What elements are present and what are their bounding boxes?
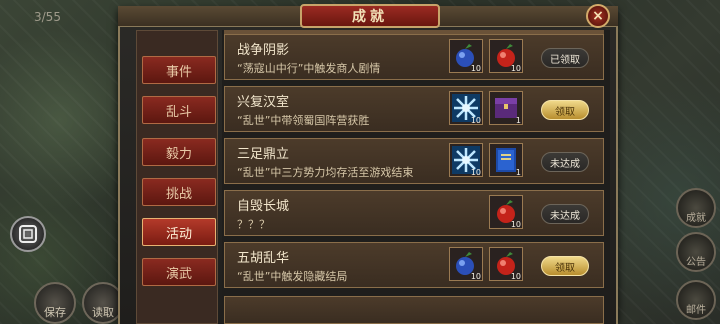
tab-label: 演武 xyxy=(165,266,192,282)
reward-slot[interactable]: 10 xyxy=(489,195,523,229)
achievement-row: 自毁长城 ？？？ 10 未达成 xyxy=(224,190,604,236)
grid-icon xyxy=(19,225,37,243)
reward-slot[interactable]: 1 xyxy=(489,91,523,125)
not-achieved-status: 未达成 xyxy=(541,204,589,224)
tab-label: 事件 xyxy=(165,64,192,80)
achievement-title: 兴复汉室 xyxy=(237,95,290,110)
achievements-shortcut-label: 成就 xyxy=(686,213,706,224)
achievement-desc: “荡寇山中行”中触发商人剧情 xyxy=(237,62,381,75)
reward-slot[interactable]: 10 xyxy=(489,39,523,73)
achievement-row: 战争阴影 “荡寇山中行”中触发商人剧情 10 10 已领取 xyxy=(224,34,604,80)
tab-label: 毅力 xyxy=(165,146,192,162)
close-button[interactable]: × xyxy=(586,4,610,28)
reward-slot[interactable]: 10 xyxy=(449,39,483,73)
achievement-title: 战争阴影 xyxy=(237,43,290,58)
claimed-status: 已领取 xyxy=(541,48,589,68)
achievement-title: 自毁长城 xyxy=(237,199,290,214)
reward-count: 10 xyxy=(470,64,481,73)
achievement-desc: “乱世”中三方势力均存活至游戏结束 xyxy=(237,166,414,179)
page-counter: 3/55 xyxy=(34,10,61,24)
reward-count: 10 xyxy=(470,272,481,281)
claim-button[interactable]: 领取 xyxy=(541,100,589,120)
announcement-button[interactable]: 公告 xyxy=(676,232,716,272)
menu-toggle-button[interactable] xyxy=(10,216,46,252)
save-button-label: 保存 xyxy=(44,306,66,319)
reward-slot[interactable]: 10 xyxy=(449,91,483,125)
tab-label: 活动 xyxy=(165,226,192,242)
load-button-label: 读取 xyxy=(92,306,114,319)
tab-label: 挑战 xyxy=(165,186,192,202)
tab-events[interactable]: 事件 xyxy=(142,56,216,84)
list-row-partial-bottom xyxy=(224,296,604,324)
achievement-row: 兴复汉室 “乱世”中带领蜀国阵营获胜 10 1 领取 xyxy=(224,86,604,132)
achievements-shortcut-button[interactable]: 成就 xyxy=(676,188,716,228)
tab-drill[interactable]: 演武 xyxy=(142,258,216,286)
close-icon: × xyxy=(592,8,604,24)
reward-count: 10 xyxy=(510,64,521,73)
achievement-desc: ？？？ xyxy=(237,218,270,231)
announcement-label: 公告 xyxy=(686,257,706,268)
reward-count: 1 xyxy=(515,168,521,177)
claim-button[interactable]: 领取 xyxy=(541,256,589,276)
save-button[interactable]: 保存 xyxy=(34,282,76,324)
reward-count: 1 xyxy=(515,116,521,125)
achievement-title: 三足鼎立 xyxy=(237,147,290,162)
reward-slot[interactable]: 10 xyxy=(449,247,483,281)
tab-perseverance[interactable]: 毅力 xyxy=(142,138,216,166)
not-achieved-status: 未达成 xyxy=(541,152,589,172)
reward-count: 10 xyxy=(510,220,521,229)
tab-challenge[interactable]: 挑战 xyxy=(142,178,216,206)
mail-button[interactable]: 邮件 xyxy=(676,280,716,320)
achievement-row: 三足鼎立 “乱世”中三方势力均存活至游戏结束 10 1 未达成 xyxy=(224,138,604,184)
achievement-title: 五胡乱华 xyxy=(237,251,290,266)
reward-slot[interactable]: 1 xyxy=(489,143,523,177)
tab-brawl[interactable]: 乱斗 xyxy=(142,96,216,124)
achievement-desc: “乱世”中带领蜀国阵营获胜 xyxy=(237,114,370,127)
tab-activity[interactable]: 活动 xyxy=(142,218,216,246)
mail-label: 邮件 xyxy=(686,305,706,316)
reward-slot[interactable]: 10 xyxy=(449,143,483,177)
reward-slot[interactable]: 10 xyxy=(489,247,523,281)
tab-label: 乱斗 xyxy=(165,104,192,120)
achievement-desc: “乱世”中触发隐藏结局 xyxy=(237,270,348,283)
reward-count: 10 xyxy=(470,116,481,125)
achievement-row: 五胡乱华 “乱世”中触发隐藏结局 10 10 领取 xyxy=(224,242,604,288)
panel-title: 成就 xyxy=(300,4,440,28)
reward-count: 10 xyxy=(470,168,481,177)
reward-count: 10 xyxy=(510,272,521,281)
